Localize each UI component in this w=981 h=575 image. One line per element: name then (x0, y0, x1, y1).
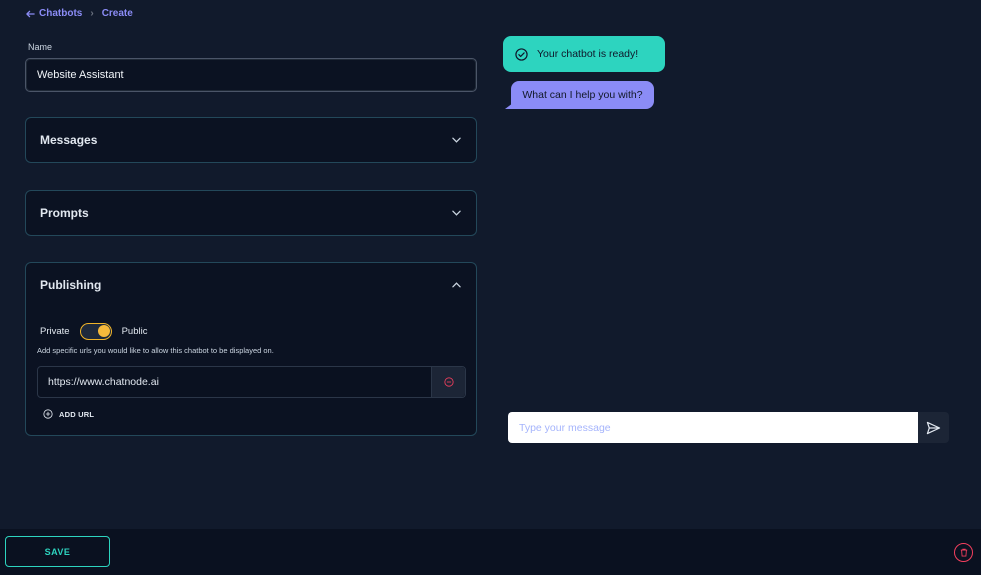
toggle-public-label: Public (121, 326, 148, 337)
chevron-down-icon (451, 135, 461, 145)
name-input[interactable] (25, 58, 477, 92)
minus-circle-icon (443, 377, 454, 387)
toggle-knob (97, 325, 110, 337)
breadcrumb-back-link[interactable]: Chatbots (26, 8, 82, 19)
remove-url-button[interactable] (431, 367, 465, 397)
messages-panel-title: Messages (40, 133, 98, 147)
chatbot-ready-bubble: Your chatbot is ready! (503, 36, 665, 72)
bot-message-text: What can I help you with? (522, 89, 643, 101)
send-icon (926, 421, 941, 434)
add-url-label: ADD URL (59, 409, 95, 419)
toggle-private-label: Private (40, 326, 70, 337)
plus-circle-icon (43, 409, 53, 419)
allowed-urls-helper-text: Add specific urls you would like to allo… (37, 346, 274, 355)
messages-panel-header[interactable]: Messages (26, 118, 476, 162)
chat-message-input[interactable] (508, 412, 918, 443)
breadcrumb-back-label: Chatbots (39, 8, 83, 19)
arrow-left-icon (26, 10, 35, 17)
footer-bar: SAVE (0, 529, 981, 575)
chevron-up-icon (451, 280, 461, 290)
add-url-button[interactable]: ADD URL (43, 409, 94, 419)
check-circle-icon (515, 47, 528, 61)
chevron-down-icon (451, 208, 461, 218)
breadcrumb-separator-icon: › (90, 8, 94, 19)
url-row (37, 366, 466, 398)
messages-panel: Messages (25, 117, 477, 163)
delete-chatbot-button[interactable] (954, 543, 973, 562)
breadcrumb: Chatbots › Create (26, 8, 133, 19)
breadcrumb-current[interactable]: Create (102, 8, 133, 19)
prompts-panel-title: Prompts (40, 206, 89, 220)
prompts-panel-header[interactable]: Prompts (26, 191, 476, 235)
publishing-panel: Publishing Private Public Add specific u… (25, 262, 477, 436)
bubble-tail (505, 103, 513, 109)
visibility-toggle[interactable] (79, 323, 112, 340)
publishing-panel-header[interactable]: Publishing (26, 263, 476, 307)
trash-icon (960, 548, 967, 557)
save-button[interactable]: SAVE (5, 536, 110, 567)
publishing-panel-title: Publishing (40, 278, 102, 292)
url-input[interactable] (38, 367, 431, 397)
chatbot-ready-text: Your chatbot is ready! (537, 48, 639, 60)
bot-message-bubble: What can I help you with? (505, 81, 654, 109)
send-message-button[interactable] (918, 412, 949, 443)
visibility-toggle-row: Private Public (40, 323, 147, 340)
prompts-panel: Prompts (25, 190, 477, 236)
name-label: Name (28, 42, 53, 52)
